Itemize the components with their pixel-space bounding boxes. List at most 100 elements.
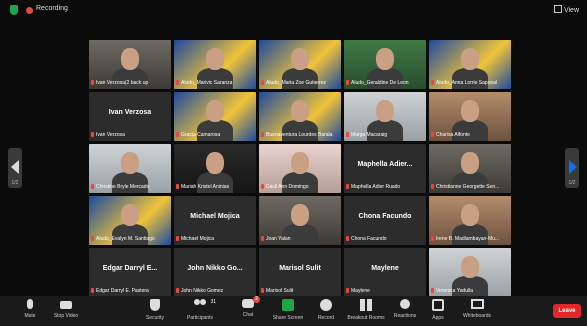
participant-display-name: Ivan Verzosa xyxy=(108,109,152,116)
participant-name-label: Michael Mojica xyxy=(176,235,254,243)
participant-tile[interactable]: Mariah Kristel Aninias xyxy=(174,144,256,193)
stop-video-button[interactable]: Stop Video xyxy=(46,299,86,319)
muted-mic-icon xyxy=(176,184,179,189)
participants-icon: 31 xyxy=(194,299,216,311)
participant-tile[interactable]: Joan Yalan xyxy=(259,196,341,245)
participant-name: Maphella Adier Ruado xyxy=(351,184,401,190)
muted-mic-icon xyxy=(261,236,264,241)
participant-face xyxy=(461,48,479,70)
participant-display-name: Edgar Darryl E... xyxy=(102,265,158,272)
muted-mic-icon xyxy=(176,236,179,241)
participant-tile[interactable]: Gracia Camarosa xyxy=(174,92,256,141)
microphone-icon xyxy=(27,299,33,309)
participant-tile[interactable]: Aludo_Geraldine De Leon xyxy=(344,40,426,89)
security-button[interactable]: Security xyxy=(135,299,175,321)
muted-mic-icon xyxy=(176,80,179,85)
participant-name-label: Aludo_Evalyn M. Santiago xyxy=(91,235,169,243)
muted-mic-icon xyxy=(346,288,349,293)
muted-mic-icon xyxy=(176,132,179,137)
participant-tile[interactable]: Aludo_Evalyn M. Santiago xyxy=(89,196,171,245)
share-screen-button[interactable]: Share Screen xyxy=(268,299,308,321)
participant-name: Buenaventura Lourdes Barala xyxy=(266,132,333,138)
participant-tile[interactable]: Marga Macaraig xyxy=(344,92,426,141)
participant-tile[interactable]: Ivan Verzosa(2 back up xyxy=(89,40,171,89)
participant-face xyxy=(291,204,309,226)
participant-name: Michael Mojica xyxy=(181,236,215,242)
leave-meeting-button[interactable]: Leave xyxy=(553,304,581,318)
recording-icon xyxy=(26,7,33,14)
muted-mic-icon xyxy=(91,236,94,241)
muted-mic-icon xyxy=(346,80,349,85)
participant-name: Christine Bryle Mercado xyxy=(96,184,150,190)
breakout-rooms-label: Breakout Rooms xyxy=(347,315,385,321)
participant-name: Joan Yalan xyxy=(266,236,291,242)
participant-name-label: Aludo_Anna Lorrie Saponal xyxy=(431,79,509,87)
participant-name-label: Ivan Verzosa(2 back up xyxy=(91,79,169,87)
participant-name: Ivan Verzosa(2 back up xyxy=(96,80,149,86)
apps-button[interactable]: Apps xyxy=(418,299,458,321)
participant-face xyxy=(461,256,479,278)
muted-mic-icon xyxy=(91,288,94,293)
participant-name: Mariah Kristel Aninias xyxy=(181,184,230,190)
participant-name-label: Maphella Adier Ruado xyxy=(346,183,424,191)
view-button[interactable]: View xyxy=(553,5,579,14)
security-shield-icon[interactable] xyxy=(10,5,18,15)
apps-icon xyxy=(432,299,444,311)
record-label: Record xyxy=(317,315,335,321)
participant-tile[interactable]: John Nikko Go... John Nikko Gomez xyxy=(174,248,256,297)
participant-tile[interactable]: Ivan Verzosa Ivan Verzosa xyxy=(89,92,171,141)
whiteboards-button[interactable]: Whiteboards xyxy=(457,299,497,319)
participant-tile[interactable]: Maylene Maylene xyxy=(344,248,426,297)
participants-button[interactable]: 31 Participants xyxy=(180,299,220,321)
participant-name: Edgar Darryl E. Pastera xyxy=(96,288,149,294)
participant-name-label: Ivan Verzosa xyxy=(91,131,169,139)
stop-video-label: Stop Video xyxy=(53,313,79,319)
participant-face xyxy=(461,152,479,174)
participant-face xyxy=(291,100,309,122)
record-button[interactable]: Record xyxy=(306,299,346,321)
participant-tile[interactable]: Aludo_Marivic Saranza xyxy=(174,40,256,89)
participant-name-label: Charisa Alfonte xyxy=(431,131,509,139)
next-page-button[interactable]: 1/2 xyxy=(565,148,579,188)
participant-tile[interactable]: Cecil Ann Domingo xyxy=(259,144,341,193)
chat-button[interactable]: 2 Chat xyxy=(228,296,268,318)
muted-mic-icon xyxy=(431,132,434,137)
participant-tile[interactable]: Christine Bryle Mercado xyxy=(89,144,171,193)
participant-name: Aludo_Geraldine De Leon xyxy=(351,80,409,86)
participant-face xyxy=(121,152,139,174)
participant-tile[interactable]: Veronica Yadulla xyxy=(429,248,511,297)
participant-name: Ivan Verzosa xyxy=(96,132,125,138)
participant-tile[interactable]: Chona Facundo Chona Facundo xyxy=(344,196,426,245)
participant-display-name: Maphella Adier... xyxy=(357,161,413,168)
participant-tile[interactable]: Aludo_Anna Lorrie Saponal xyxy=(429,40,511,89)
participant-name: Marisol Sulit xyxy=(266,288,294,294)
participant-name-label: Christine Bryle Mercado xyxy=(91,183,169,191)
participant-tile[interactable]: Maphella Adier... Maphella Adier Ruado xyxy=(344,144,426,193)
muted-mic-icon xyxy=(261,132,264,137)
participant-tile[interactable]: Buenaventura Lourdes Barala xyxy=(259,92,341,141)
muted-mic-icon xyxy=(261,288,264,293)
share-screen-label: Share Screen xyxy=(272,315,304,321)
participant-face xyxy=(291,152,309,174)
video-camera-icon xyxy=(60,301,72,309)
participant-tile[interactable]: Marisol Sulit Marisol Sulit xyxy=(259,248,341,297)
muted-mic-icon xyxy=(91,80,94,85)
participant-tile[interactable]: Christianne Georgette Sen... xyxy=(429,144,511,193)
previous-page-button[interactable]: 1/2 xyxy=(8,148,22,188)
participant-face xyxy=(206,100,224,122)
participant-tile[interactable]: Michael Mojica Michael Mojica xyxy=(174,196,256,245)
muted-mic-icon xyxy=(261,184,264,189)
participant-name-label: Aludo_Marivic Saranza xyxy=(176,79,254,87)
top-bar: Recording View xyxy=(0,0,587,22)
participants-count: 31 xyxy=(210,299,216,305)
participant-tile[interactable]: Edgar Darryl E... Edgar Darryl E. Pastera xyxy=(89,248,171,297)
participant-tile[interactable]: Aludo_Maria Zoe Gutierrez xyxy=(259,40,341,89)
mute-button[interactable]: Mute xyxy=(10,299,50,319)
participant-tile[interactable]: Charisa Alfonte xyxy=(429,92,511,141)
participant-name: Maylene xyxy=(351,288,370,294)
view-label: View xyxy=(563,7,579,14)
participant-tile[interactable]: Irene B. Madlambayan-Mu... xyxy=(429,196,511,245)
shield-icon xyxy=(150,299,160,311)
participant-face xyxy=(206,48,224,70)
breakout-rooms-button[interactable]: Breakout Rooms xyxy=(346,299,386,321)
